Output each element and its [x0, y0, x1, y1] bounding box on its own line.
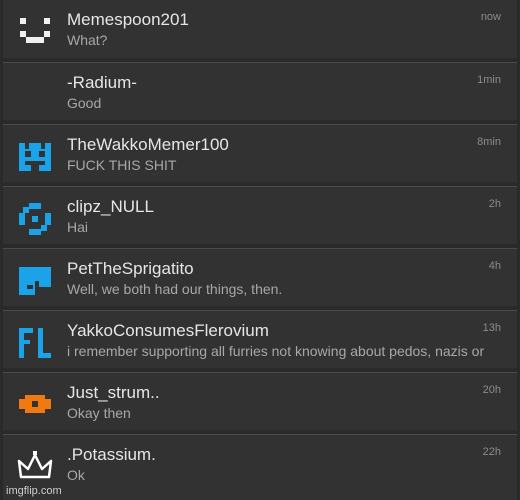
contact-name: Just_strum..	[67, 383, 160, 402]
blue-pixel-block-icon	[17, 263, 53, 299]
conversation-row[interactable]: -Radium- Good 1min	[3, 62, 517, 120]
blue-pixel-ring-icon	[17, 201, 53, 237]
conversation-list: Memespoon201 What? now -Radium- Good 1mi…	[0, 0, 520, 500]
conversation-row[interactable]: YakkoConsumesFlerovium i remember suppor…	[3, 310, 517, 368]
watermark: imgflip.com	[6, 485, 62, 497]
message-preview: Good	[67, 95, 102, 111]
timestamp: 8min	[477, 136, 501, 148]
timestamp: 20h	[482, 384, 501, 396]
conversation-row[interactable]: TheWakkoMemer100 FUCK THIS SHIT 8min	[3, 124, 517, 182]
message-preview: i remember supporting all furries not kn…	[67, 343, 485, 359]
contact-name: -Radium-	[67, 73, 137, 92]
crown-icon	[17, 449, 53, 485]
message-preview: Hai	[67, 219, 89, 235]
message-preview: Okay then	[67, 405, 131, 421]
conversation-row[interactable]: Memespoon201 What? now	[3, 0, 517, 58]
timestamp: 1min	[477, 74, 501, 86]
blue-pixel-face-icon	[17, 139, 53, 175]
contact-name: .Potassium.	[67, 445, 156, 464]
contact-name: TheWakkoMemer100	[67, 135, 229, 154]
timestamp: 22h	[482, 446, 501, 458]
blue-fl-letters-icon	[17, 325, 53, 361]
contact-name: PetTheSprigatito	[67, 259, 194, 278]
message-preview: FUCK THIS SHIT	[67, 157, 177, 173]
contact-name: clipz_NULL	[67, 197, 154, 216]
timestamp: now	[480, 11, 501, 23]
orange-pixel-icon	[17, 387, 53, 423]
conversation-row[interactable]: Just_strum.. Okay then 20h	[3, 372, 517, 430]
message-preview: Ok	[67, 467, 85, 483]
conversation-row[interactable]: clipz_NULL Hai 2h	[3, 186, 517, 244]
message-preview: What?	[67, 32, 108, 48]
message-preview: Well, we both had our things, then.	[67, 281, 283, 297]
timestamp: 4h	[488, 260, 501, 272]
contact-name: YakkoConsumesFlerovium	[67, 321, 269, 340]
timestamp: 13h	[482, 322, 501, 334]
conversation-row[interactable]: PetTheSprigatito Well, we both had our t…	[3, 248, 517, 306]
timestamp: 2h	[488, 198, 501, 210]
contact-name: Memespoon201	[67, 10, 189, 29]
conversation-row[interactable]: .Potassium. Ok 22h	[3, 434, 517, 500]
white-pixel-face-icon	[17, 14, 53, 50]
